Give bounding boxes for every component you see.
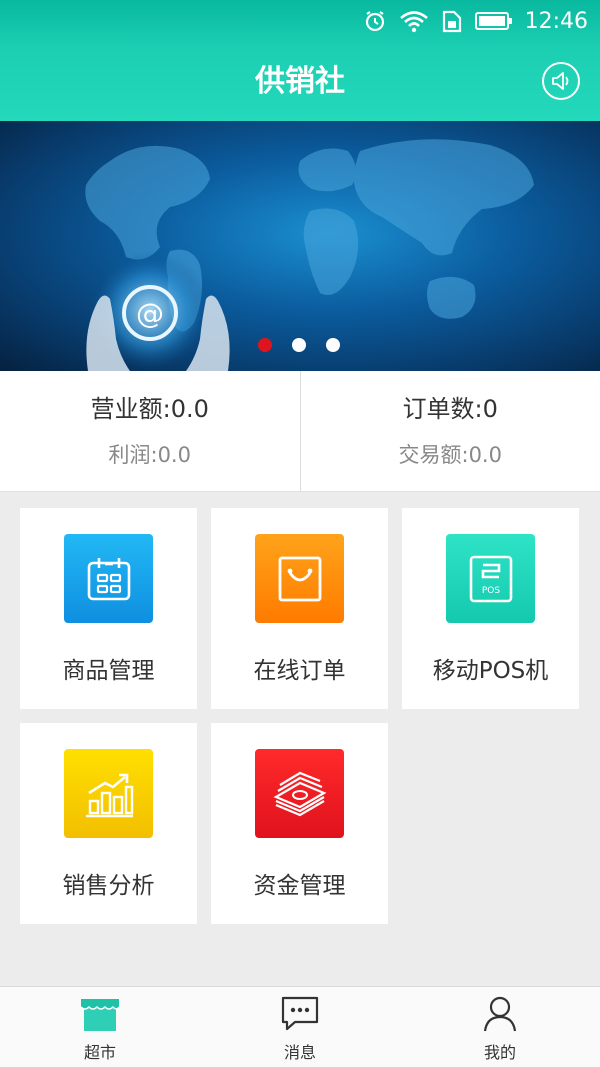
status-time: 12:46	[524, 8, 588, 34]
carousel-dot[interactable]	[258, 338, 272, 352]
orders-stat: 订单数:0 交易额:0.0	[299, 371, 600, 491]
store-icon	[80, 999, 120, 1031]
tile-mobile-pos[interactable]: POS 移动POS机	[402, 508, 579, 709]
carousel-dot[interactable]	[326, 338, 340, 352]
transactions-value: 交易额:0.0	[398, 443, 502, 467]
tab-label: 超市	[83, 1043, 116, 1062]
app-header: 12:46 供销社	[0, 0, 600, 121]
sim-card-icon	[442, 10, 461, 33]
profit-value: 利润:0.0	[108, 443, 191, 467]
speaker-icon	[552, 72, 569, 90]
tile-label: 销售分析	[62, 873, 155, 899]
stats-panel: 营业额:0.0 利润:0.0 订单数:0 交易额:0.0	[0, 371, 600, 492]
svg-text:POS: POS	[481, 586, 500, 596]
tile-fund-management[interactable]: 资金管理	[211, 723, 388, 924]
wifi-icon	[399, 11, 428, 33]
tile-sales-analysis[interactable]: 销售分析	[20, 723, 197, 924]
tab-label: 消息	[283, 1043, 316, 1062]
tile-product-management[interactable]: 商品管理	[20, 508, 197, 709]
svg-text:@: @	[136, 297, 164, 330]
revenue-stat: 营业额:0.0 利润:0.0	[0, 371, 300, 491]
tile-online-orders[interactable]: 在线订单	[211, 508, 388, 709]
bottom-tab-bar: 超市 消息 我的	[0, 986, 600, 1067]
tab-label: 我的	[483, 1043, 516, 1062]
user-icon	[483, 996, 517, 1032]
tab-profile[interactable]: 我的	[400, 987, 600, 1067]
banner-carousel[interactable]: @	[0, 121, 600, 371]
calendar-grid-icon	[64, 534, 153, 623]
battery-icon	[474, 12, 512, 30]
tab-messages[interactable]: 消息	[200, 987, 400, 1067]
tile-label: 商品管理	[62, 658, 155, 684]
bar-chart-icon	[64, 749, 153, 838]
status-bar: 12:46	[0, 0, 600, 42]
money-stack-icon	[255, 749, 344, 838]
sound-button[interactable]	[542, 62, 580, 100]
carousel-indicator	[258, 338, 340, 352]
tab-supermarket[interactable]: 超市	[0, 987, 200, 1067]
tile-label: 移动POS机	[432, 658, 549, 684]
page-title: 供销社	[255, 64, 345, 99]
orders-value: 订单数:0	[402, 395, 498, 423]
banner-image: @	[85, 139, 534, 371]
revenue-value: 营业额:0.0	[90, 395, 209, 423]
pos-terminal-icon: POS	[446, 534, 535, 623]
tile-label: 资金管理	[253, 873, 346, 899]
carousel-dot[interactable]	[292, 338, 306, 352]
message-icon	[281, 996, 319, 1031]
shopping-bag-icon	[255, 534, 344, 623]
tile-label: 在线订单	[253, 658, 346, 684]
alarm-icon	[365, 11, 384, 32]
